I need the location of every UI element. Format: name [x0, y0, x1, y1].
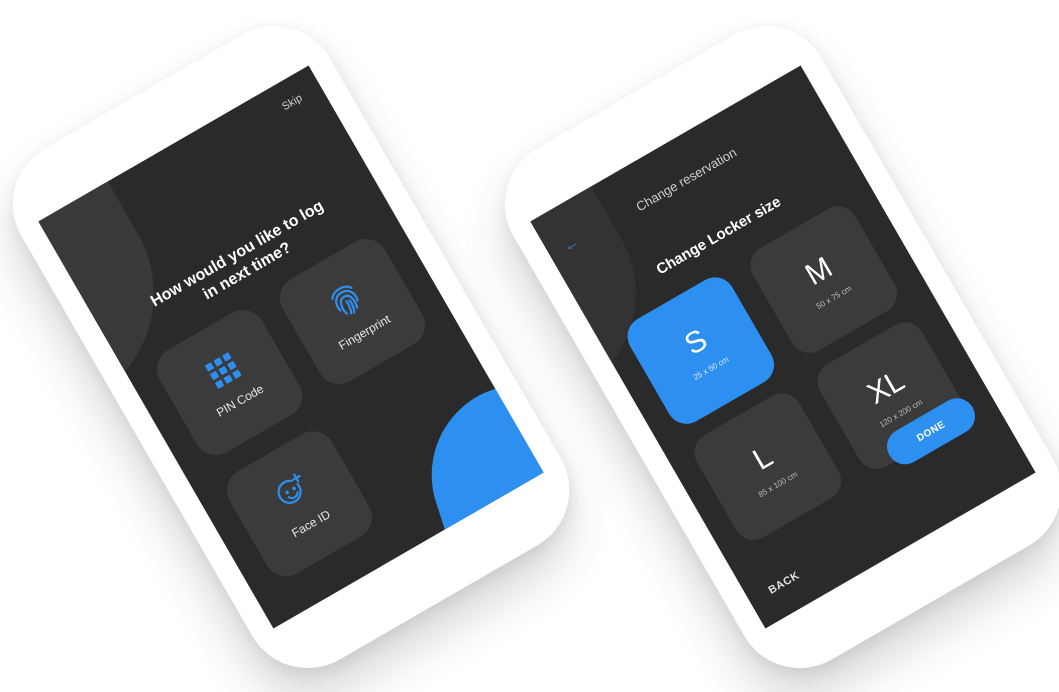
- size-letter: M: [799, 250, 838, 292]
- decorative-shape-accent: [408, 364, 544, 589]
- fingerprint-icon: [331, 285, 359, 315]
- login-screen: Skip How would you like to log in next t…: [38, 65, 544, 629]
- skip-link[interactable]: Skip: [280, 92, 305, 113]
- size-letter: S: [678, 322, 713, 362]
- tablet-login: Skip How would you like to log in next t…: [0, 2, 593, 692]
- face-id-label: Face ID: [289, 507, 333, 541]
- size-letter: L: [747, 439, 779, 477]
- back-button[interactable]: BACK: [766, 569, 801, 596]
- size-letter: XL: [861, 363, 910, 411]
- pin-code-label: PIN Code: [213, 381, 266, 420]
- keypad-icon: [204, 351, 241, 389]
- reservation-screen: ← Change reservation Change Locker size …: [530, 65, 1036, 629]
- face-id-icon: [277, 473, 302, 504]
- tablet-reservation: ← Change reservation Change Locker size …: [481, 2, 1059, 692]
- face-id-option[interactable]: Face ID: [218, 423, 381, 585]
